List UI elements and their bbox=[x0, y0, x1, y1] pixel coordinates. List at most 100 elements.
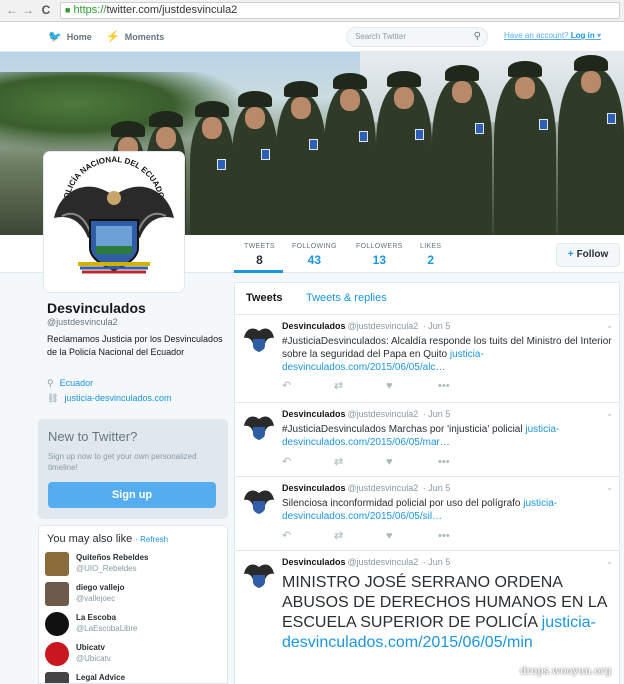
chevron-down-icon[interactable]: ⌄ bbox=[606, 557, 613, 566]
stat-tweets[interactable]: TWEETS 8 bbox=[244, 243, 275, 267]
nav-home-label: Home bbox=[66, 32, 92, 42]
header-soldier bbox=[432, 65, 492, 235]
tweet-handle: @justdesvincula2 bbox=[347, 321, 419, 331]
retweet-icon[interactable]: ⇄ bbox=[334, 529, 386, 542]
reply-icon[interactable]: ↶ bbox=[282, 455, 334, 468]
url-link[interactable]: justicia-desvinculados.com bbox=[64, 393, 171, 403]
like-icon[interactable]: ♥ bbox=[386, 456, 438, 468]
stat-followers[interactable]: FOLLOWERS 13 bbox=[356, 243, 403, 267]
stat-label: FOLLOWERS bbox=[356, 243, 403, 250]
reply-icon[interactable]: ↶ bbox=[282, 379, 334, 392]
link-icon: ⛓ bbox=[47, 393, 59, 403]
lightning-icon: ⚡ bbox=[106, 31, 120, 43]
suggestion-item[interactable]: diego vallejo @vallejoec bbox=[45, 582, 223, 610]
avatar[interactable]: POLICÍA NACIONAL DEL ECUADOR bbox=[44, 152, 184, 292]
tweet[interactable]: Desvinculados @justdesvincula2 · Jun 5 ⌄ … bbox=[235, 551, 619, 684]
avatar bbox=[45, 642, 69, 666]
tweet-author[interactable]: Desvinculados bbox=[282, 321, 346, 331]
profile-location: ⚲ Ecuador bbox=[47, 378, 93, 389]
login-link[interactable]: Have an account? Log in ▾ bbox=[504, 31, 601, 40]
suggestion-item[interactable]: Quiteños Rebeldes @UIO_Rebeldes bbox=[45, 552, 223, 580]
stat-likes[interactable]: LIKES 2 bbox=[420, 243, 441, 267]
tweet-date[interactable]: · Jun 5 bbox=[423, 483, 451, 493]
more-icon[interactable]: ••• bbox=[438, 380, 490, 392]
location-pin-icon: ⚲ bbox=[47, 378, 54, 388]
suggestion-item[interactable]: Ubicatv @Ubicatv bbox=[45, 642, 223, 670]
follow-label: Follow bbox=[576, 249, 609, 260]
like-icon[interactable]: ♥ bbox=[386, 380, 438, 392]
address-bar[interactable]: ■ https://twitter.com/justdesvincula2 bbox=[60, 2, 620, 19]
suggestion-handle: @Ubicatv bbox=[76, 654, 111, 663]
tweet[interactable]: Desvinculados @justdesvincula2 · Jun 5 ⌄ … bbox=[235, 477, 619, 551]
suggestion-item[interactable]: Legal Advice bbox=[45, 672, 223, 683]
tweet-author[interactable]: Desvinculados bbox=[282, 557, 346, 567]
forward-icon[interactable]: → bbox=[20, 2, 36, 18]
stat-value: 2 bbox=[427, 253, 435, 267]
stat-following[interactable]: FOLLOWING 43 bbox=[292, 243, 337, 267]
profile-name[interactable]: Desvinculados bbox=[47, 300, 146, 316]
avatar bbox=[45, 672, 69, 683]
signup-module: New to Twitter? Sign up now to get your … bbox=[38, 419, 228, 519]
header-soldier bbox=[232, 91, 278, 235]
more-icon[interactable]: ••• bbox=[438, 456, 490, 468]
nav-moments[interactable]: ⚡ Moments bbox=[106, 30, 164, 43]
tweet-author[interactable]: Desvinculados bbox=[282, 483, 346, 493]
add-user-icon: + bbox=[567, 249, 574, 260]
back-icon[interactable]: ← bbox=[4, 2, 20, 18]
tweet-text: #JusticiaDesvinculados: Alcaldía respond… bbox=[282, 335, 614, 374]
location-text[interactable]: Ecuador bbox=[60, 378, 94, 388]
tweet-actions: ↶ ⇄ ♥ ••• bbox=[282, 529, 490, 542]
nav-home[interactable]: 🐦 Home bbox=[48, 30, 92, 43]
tweet-handle: @justdesvincula2 bbox=[347, 409, 419, 419]
tweet-body: #JusticiaDesvinculados Marchas por 'inju… bbox=[282, 424, 526, 435]
chevron-down-icon[interactable]: ⌄ bbox=[606, 409, 613, 418]
stat-label: TWEETS bbox=[244, 243, 275, 250]
search-icon[interactable]: ⚲ bbox=[474, 28, 481, 46]
stat-label: FOLLOWING bbox=[292, 243, 337, 250]
suggestion-handle: @UIO_Rebeldes bbox=[76, 564, 137, 573]
lock-icon: ■ bbox=[65, 5, 71, 15]
tweet[interactable]: Desvinculados @justdesvincula2 · Jun 5 ⌄ … bbox=[235, 403, 619, 477]
avatar bbox=[243, 411, 275, 443]
active-tab-indicator bbox=[234, 270, 283, 273]
suggestion-handle: @LaEscobaLibre bbox=[76, 624, 138, 633]
chevron-down-icon[interactable]: ⌄ bbox=[606, 483, 613, 492]
stat-value: 8 bbox=[256, 253, 263, 267]
stat-value: 13 bbox=[372, 253, 386, 267]
tweet-text: Silenciosa inconformidad policial por us… bbox=[282, 497, 614, 523]
suggestion-item[interactable]: La Escoba @LaEscobaLibre bbox=[45, 612, 223, 640]
stat-label: LIKES bbox=[420, 243, 442, 250]
tweet-body: Silenciosa inconformidad policial por us… bbox=[282, 498, 524, 509]
tweet-date[interactable]: · Jun 5 bbox=[423, 321, 451, 331]
like-icon[interactable]: ♥ bbox=[386, 530, 438, 542]
follow-button[interactable]: + Follow bbox=[556, 243, 620, 267]
retweet-icon[interactable]: ⇄ bbox=[334, 455, 386, 468]
tweet-author[interactable]: Desvinculados bbox=[282, 409, 346, 419]
more-icon[interactable]: ••• bbox=[438, 530, 490, 542]
header-soldier bbox=[494, 61, 556, 235]
nav-moments-label: Moments bbox=[124, 32, 165, 42]
tweet-header: Desvinculados @justdesvincula2 · Jun 5 bbox=[282, 321, 450, 331]
tab-tweets-replies[interactable]: Tweets & replies bbox=[306, 292, 387, 304]
tweet-actions: ↶ ⇄ ♥ ••• bbox=[282, 379, 490, 392]
reply-icon[interactable]: ↶ bbox=[282, 529, 334, 542]
tweet-date[interactable]: · Jun 5 bbox=[423, 557, 451, 567]
reload-icon[interactable]: C bbox=[38, 2, 54, 18]
search-input[interactable]: Search Twitter ⚲ bbox=[346, 27, 488, 47]
login-label: Log in bbox=[570, 31, 595, 40]
suggestion-name: Legal Advice bbox=[76, 673, 126, 682]
tweet-date[interactable]: · Jun 5 bbox=[423, 409, 451, 419]
retweet-icon[interactable]: ⇄ bbox=[334, 379, 386, 392]
tweet-text: #JusticiaDesvinculados Marchas por 'inju… bbox=[282, 423, 614, 449]
login-prefix: Have an account? bbox=[504, 31, 569, 40]
chevron-down-icon[interactable]: ⌄ bbox=[606, 321, 613, 330]
tweet-handle: @justdesvincula2 bbox=[347, 557, 419, 567]
suggestions-module: You may also like · Refresh Quiteños Rebe… bbox=[38, 525, 228, 684]
tweet[interactable]: Desvinculados @justdesvincula2 · Jun 5 ⌄ … bbox=[235, 315, 619, 403]
url-path: twitter.com/justdesvincula2 bbox=[106, 4, 238, 16]
signup-button[interactable]: Sign up bbox=[48, 482, 216, 508]
avatar bbox=[45, 612, 69, 636]
refresh-link[interactable]: · Refresh bbox=[135, 535, 168, 544]
suggestion-name: Quiteños Rebeldes bbox=[76, 553, 149, 562]
tab-tweets[interactable]: Tweets bbox=[246, 292, 282, 304]
